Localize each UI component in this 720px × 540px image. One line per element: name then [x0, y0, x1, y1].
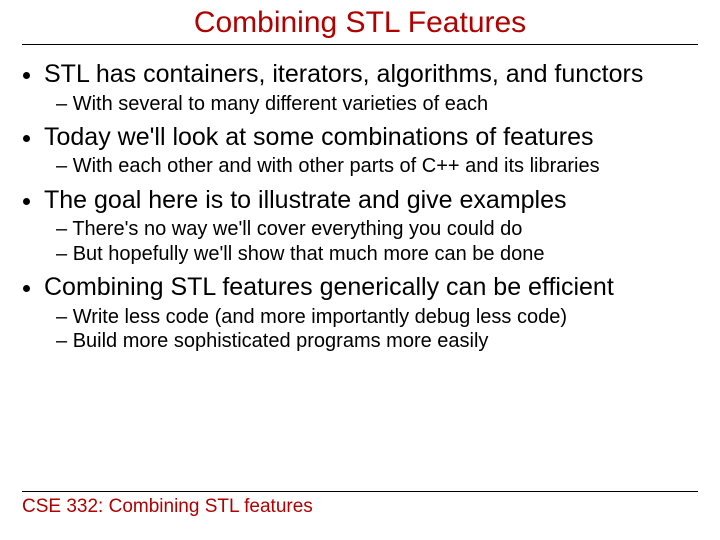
bullet-text: Today we'll look at some combinations of… [44, 123, 594, 151]
sub-bullet-text: Build more sophisticated programs more e… [73, 330, 489, 352]
footer: CSE 332: Combining STL features [22, 491, 698, 518]
sub-bullet-item: There's no way we'll cover everything yo… [56, 217, 706, 241]
sub-bullet-item: With several to many different varieties… [56, 92, 706, 116]
bullet-text: The goal here is to illustrate and give … [44, 186, 567, 214]
bullet-item: Combining STL features generically can b… [44, 272, 706, 353]
sub-bullet-text: With each other and with other parts of … [73, 155, 600, 177]
sub-bullet-text: But hopefully we'll show that much more … [73, 243, 545, 265]
bullet-item: Today we'll look at some combinations of… [44, 122, 706, 179]
sub-bullet-list: Write less code (and more importantly de… [44, 305, 706, 354]
sub-bullet-text: Write less code (and more importantly de… [73, 306, 567, 328]
title-block: Combining STL Features [0, 0, 720, 40]
sub-bullet-list: With each other and with other parts of … [44, 154, 706, 178]
footer-text: CSE 332: Combining STL features [22, 496, 698, 518]
bullet-text: Combining STL features generically can b… [44, 273, 614, 301]
content-area: STL has containers, iterators, algorithm… [0, 45, 720, 353]
slide-title: Combining STL Features [194, 6, 526, 40]
sub-bullet-item: Write less code (and more importantly de… [56, 305, 706, 329]
sub-bullet-item: With each other and with other parts of … [56, 154, 706, 178]
bullet-list: STL has containers, iterators, algorithm… [14, 59, 706, 353]
sub-bullet-list: With several to many different varieties… [44, 92, 706, 116]
sub-bullet-text: There's no way we'll cover everything yo… [72, 218, 522, 240]
slide: Combining STL Features STL has container… [0, 0, 720, 540]
bullet-item: The goal here is to illustrate and give … [44, 185, 706, 266]
bullet-text: STL has containers, iterators, algorithm… [44, 60, 643, 88]
footer-divider [22, 491, 698, 492]
sub-bullet-list: There's no way we'll cover everything yo… [44, 217, 706, 266]
sub-bullet-item: Build more sophisticated programs more e… [56, 329, 706, 353]
bullet-item: STL has containers, iterators, algorithm… [44, 59, 706, 116]
sub-bullet-text: With several to many different varieties… [73, 93, 488, 115]
sub-bullet-item: But hopefully we'll show that much more … [56, 242, 706, 266]
